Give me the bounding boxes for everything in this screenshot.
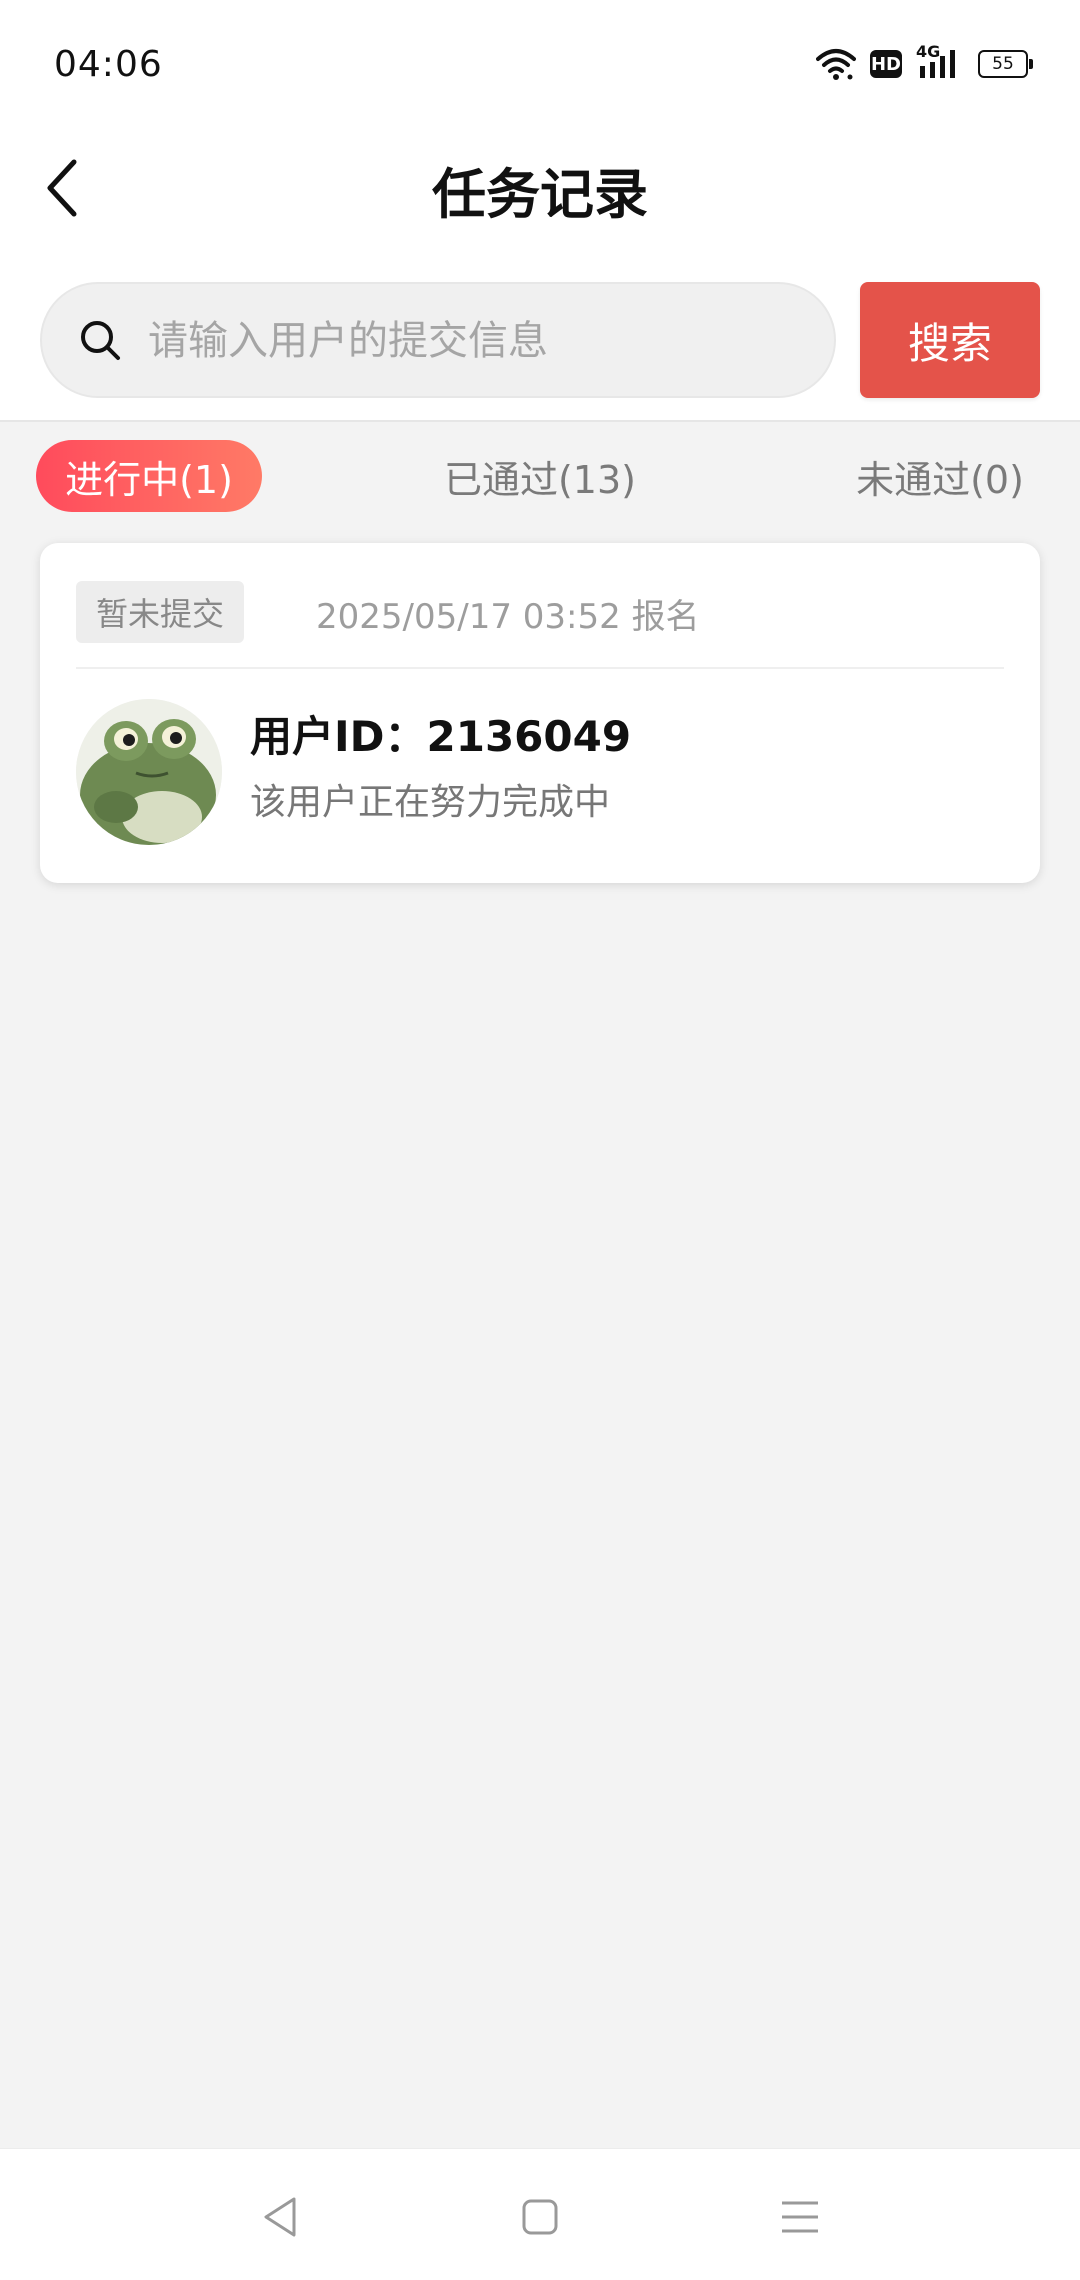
wifi-icon xyxy=(816,49,856,80)
status-badge: 暂未提交 xyxy=(76,581,244,643)
status-tabs: 进行中(1) 已通过(13) 未通过(0) xyxy=(0,420,1080,530)
user-progress-text: 该用户正在努力完成中 xyxy=(250,782,611,823)
screen: 04:06 HD 4G 55 任务记录 请输入用户的提交信息 搜索 进行中(1)… xyxy=(0,0,1080,2280)
page-title: 任务记录 xyxy=(432,163,648,226)
tab-in-progress[interactable]: 进行中(1) xyxy=(36,440,262,512)
frog-avatar-icon xyxy=(76,699,222,845)
tab-approved[interactable]: 已通过(13) xyxy=(420,440,660,512)
status-time: 04:06 xyxy=(54,44,163,85)
nav-back-button[interactable] xyxy=(250,2191,310,2243)
signup-time: 2025/05/17 03:52 报名 xyxy=(316,597,700,637)
search-button[interactable]: 搜索 xyxy=(860,282,1040,398)
nav-menu-button[interactable] xyxy=(770,2191,830,2243)
hd-icon: HD xyxy=(870,50,902,78)
battery-level: 55 xyxy=(992,54,1014,74)
tab-rejected[interactable]: 未通过(0) xyxy=(820,440,1060,512)
status-icons: HD 4G 55 xyxy=(816,42,1033,84)
search-icon xyxy=(81,321,120,360)
network-label: 4G xyxy=(916,42,941,61)
user-id: 用户ID：2136049 xyxy=(250,712,632,761)
battery-icon: 55 xyxy=(978,50,1033,78)
search-box[interactable] xyxy=(40,282,836,398)
nav-menu-icon xyxy=(782,2201,818,2233)
avatar xyxy=(76,699,222,845)
header: 任务记录 xyxy=(0,130,1080,280)
search-input[interactable] xyxy=(146,284,810,398)
nav-back-icon xyxy=(264,2197,296,2237)
signal-icon: 4G xyxy=(916,42,964,82)
system-nav-bar xyxy=(0,2148,1080,2280)
card-divider xyxy=(76,667,1004,669)
record-card[interactable]: 暂未提交 2025/05/17 03:52 报名 用户ID：2136049 该用… xyxy=(40,543,1040,883)
nav-home-button[interactable] xyxy=(510,2191,570,2243)
nav-home-icon xyxy=(522,2199,558,2235)
status-bar: 04:06 HD 4G 55 xyxy=(0,0,1080,130)
search-row: 搜索 xyxy=(0,280,1080,422)
